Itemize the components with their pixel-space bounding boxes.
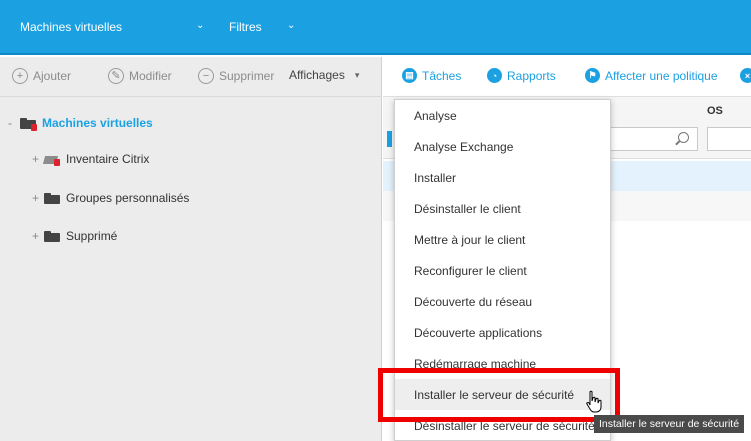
search-icon[interactable] xyxy=(678,132,689,143)
tree-item-custom-groups[interactable]: + Groupes personnalisés xyxy=(32,191,189,205)
tree-root-item[interactable]: - Machines virtuelles xyxy=(8,116,153,131)
collapse-toggle[interactable]: - xyxy=(8,116,20,130)
views-label: Affichages xyxy=(289,68,345,82)
reports-label: Rapports xyxy=(507,68,556,83)
menu-item-install-security-server[interactable]: Installer le serveur de sécurité xyxy=(395,379,610,410)
folder-icon xyxy=(44,230,60,242)
plus-circle-icon: + xyxy=(12,68,28,84)
top-navigation-bar: Machines virtuelles ⌄ Filtres ⌄ xyxy=(0,0,751,55)
menu-item-scan[interactable]: Analyse xyxy=(395,100,610,131)
expand-toggle[interactable]: + xyxy=(32,229,44,243)
menu-item-install[interactable]: Installer xyxy=(395,162,610,193)
pencil-circle-icon: ✎ xyxy=(108,68,124,84)
views-dropdown[interactable]: Affichages ▾ xyxy=(289,68,359,82)
tree-panel: + Ajouter ✎ Modifier − Supprimer Afficha… xyxy=(0,57,382,441)
tree-item-label: Supprimé xyxy=(66,229,118,243)
more-actions-button[interactable]: × xyxy=(740,68,751,83)
chevron-down-icon[interactable]: ⌄ xyxy=(196,20,204,31)
tasks-dropdown-menu: Analyse Analyse Exchange Installer Désin… xyxy=(394,99,611,441)
menu-item-uninstall-client[interactable]: Désinstaller le client xyxy=(395,193,610,224)
os-column-header[interactable]: OS xyxy=(707,105,723,117)
tasks-icon: ▤ xyxy=(402,68,417,83)
assign-policy-label: Affecter une politique xyxy=(605,68,718,83)
name-filter-input[interactable] xyxy=(598,127,698,151)
chevron-down-icon[interactable]: ⌄ xyxy=(287,20,295,31)
hand-pointer-icon xyxy=(586,390,602,413)
filters-label: Filtres xyxy=(229,20,262,34)
folder-icon xyxy=(44,192,60,204)
edit-label: Modifier xyxy=(129,69,172,83)
menu-item-update-client[interactable]: Mettre à jour le client xyxy=(395,224,610,255)
menu-item-application-discovery[interactable]: Découverte applications xyxy=(395,317,610,348)
menu-item-restart-machine[interactable]: Redémarrage machine xyxy=(395,348,610,379)
assign-policy-button[interactable]: ⚑ Affecter une politique xyxy=(585,68,718,83)
folder-alert-icon xyxy=(20,117,37,131)
reports-icon: ◔ xyxy=(487,68,502,83)
expand-toggle[interactable]: + xyxy=(32,191,44,205)
menu-item-uninstall-security-server[interactable]: Désinstaller le serveur de sécurité xyxy=(395,410,610,440)
tree-item-label: Inventaire Citrix xyxy=(66,152,150,166)
menu-item-reconfigure-client[interactable]: Reconfigurer le client xyxy=(395,255,610,286)
filters-menu[interactable]: Filtres xyxy=(229,20,262,34)
add-button[interactable]: + Ajouter xyxy=(12,68,71,84)
tree-toolbar: + Ajouter ✎ Modifier − Supprimer Afficha… xyxy=(0,57,382,97)
tasks-button[interactable]: ▤ Tâches xyxy=(402,68,461,83)
tree-item-label: Groupes personnalisés xyxy=(66,191,190,205)
edit-button[interactable]: ✎ Modifier xyxy=(108,68,172,84)
content-toolbar: ▤ Tâches ◔ Rapports ⚑ Affecter une polit… xyxy=(383,57,751,97)
tasks-label: Tâches xyxy=(422,68,462,83)
caret-down-icon: ▾ xyxy=(354,69,360,80)
view-selector[interactable]: Machines virtuelles xyxy=(20,20,122,34)
close-circle-icon: × xyxy=(740,68,751,83)
add-label: Ajouter xyxy=(33,69,72,83)
minus-circle-icon: − xyxy=(198,68,214,84)
os-filter-input[interactable] xyxy=(707,127,751,151)
menu-item-network-discovery[interactable]: Découverte du réseau xyxy=(395,286,610,317)
policy-icon: ⚑ xyxy=(585,68,600,83)
citrix-inventory-icon xyxy=(44,153,60,166)
delete-button[interactable]: − Supprimer xyxy=(198,68,274,84)
view-selector-label: Machines virtuelles xyxy=(20,20,123,34)
tree-item-citrix[interactable]: + Inventaire Citrix xyxy=(32,152,149,166)
tooltip: Installer le serveur de sécurité xyxy=(594,415,745,433)
delete-label: Supprimer xyxy=(219,69,275,83)
tree-item-deleted[interactable]: + Supprimé xyxy=(32,229,117,243)
select-all-checkbox[interactable] xyxy=(387,131,392,147)
menu-item-exchange-scan[interactable]: Analyse Exchange xyxy=(395,131,610,162)
tree-root-label: Machines virtuelles xyxy=(42,116,153,130)
reports-button[interactable]: ◔ Rapports xyxy=(487,68,556,83)
